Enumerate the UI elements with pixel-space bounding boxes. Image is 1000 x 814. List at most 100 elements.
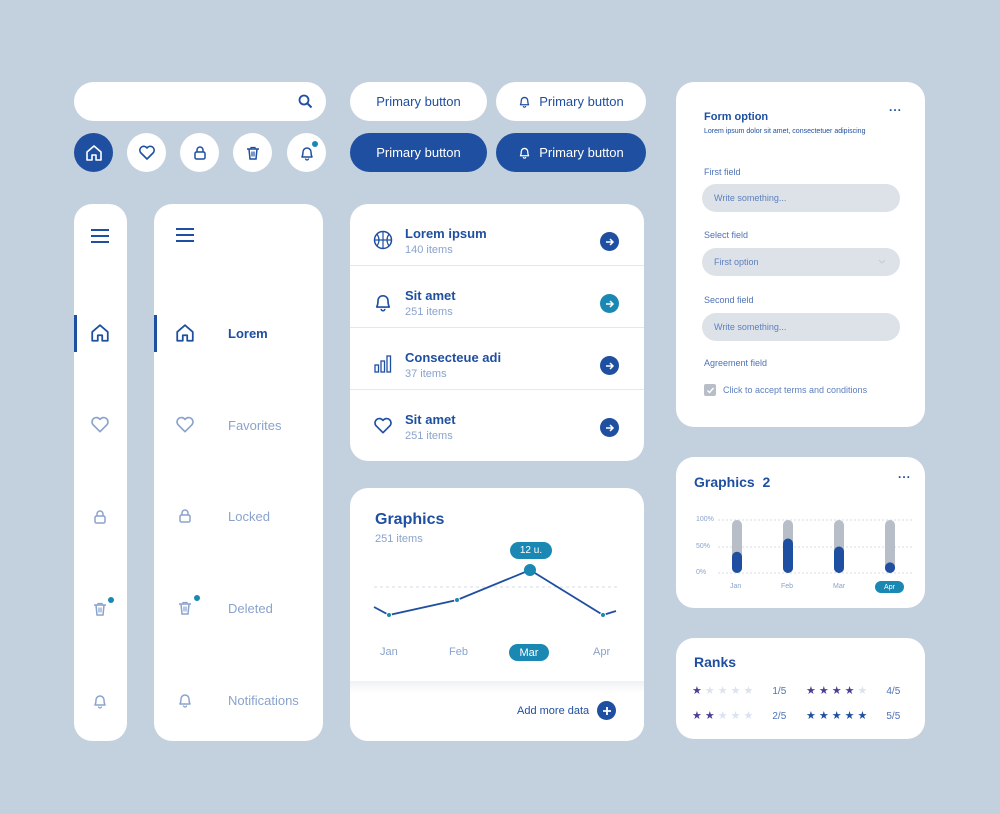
notification-dot xyxy=(312,141,318,147)
sidebar-item-locked[interactable]: Locked xyxy=(177,507,270,525)
month-label: Feb xyxy=(449,646,468,658)
menu-icon[interactable] xyxy=(175,227,195,243)
heart-icon xyxy=(373,416,393,436)
star-filled-icon[interactable]: ★ xyxy=(692,711,702,722)
star-filled-icon[interactable]: ★ xyxy=(845,686,855,697)
primary-button-light[interactable]: Primary button xyxy=(350,82,487,121)
agreement-checkbox-row[interactable]: Click to accept terms and conditions xyxy=(704,384,867,396)
star-empty-icon[interactable]: ★ xyxy=(731,686,741,697)
heart-icon xyxy=(176,416,194,433)
sidebar-collapsed xyxy=(74,204,127,741)
trash-icon[interactable] xyxy=(92,601,108,617)
list-item[interactable]: Sit amet 251 items xyxy=(350,266,644,328)
sidebar-expanded: Lorem Favorites Locked Deleted Notificat… xyxy=(154,204,323,741)
star-empty-icon[interactable]: ★ xyxy=(718,711,728,722)
star-empty-icon[interactable]: ★ xyxy=(858,686,868,697)
home-icon xyxy=(85,144,102,161)
select-field[interactable]: First option xyxy=(702,248,900,276)
month-selected[interactable]: Apr xyxy=(875,581,904,593)
data-point xyxy=(524,564,536,576)
arrow-right-icon[interactable] xyxy=(600,294,619,313)
checkbox[interactable] xyxy=(704,384,716,396)
star-filled-icon[interactable]: ★ xyxy=(832,686,842,697)
agreement-text: Click to accept terms and conditions xyxy=(723,385,868,395)
lock-button[interactable] xyxy=(180,133,219,172)
sidebar-item-label: Favorites xyxy=(228,417,282,433)
first-field[interactable]: Write something... xyxy=(702,184,900,212)
bell-icon xyxy=(520,147,530,159)
second-field[interactable]: Write something... xyxy=(702,313,900,341)
check-icon xyxy=(706,387,714,394)
sidebar-item-notifications[interactable]: Notifications xyxy=(177,691,299,709)
chevron-down-icon xyxy=(878,259,886,264)
home-button[interactable] xyxy=(74,133,113,172)
lock-icon xyxy=(179,509,191,523)
add-more-data-button[interactable]: Add more data xyxy=(517,701,617,720)
menu-dots-icon[interactable]: ... xyxy=(889,100,902,114)
star-filled-icon[interactable]: ★ xyxy=(845,711,855,722)
bell-icon xyxy=(179,694,191,708)
list-item-title: Lorem ipsum xyxy=(405,226,487,241)
form-card: Form option ... Lorem ipsum dolor sit am… xyxy=(676,82,925,427)
ranks-card: Ranks ★ ★ ★ ★ ★ 1/5 ★ ★ ★ ★ ★ 4/5 ★ ★ ★ ★ ★ 2/5 ★ ★ ★ ★ ★ 5/5 xyxy=(676,638,925,739)
agreement-field-label: Agreement field xyxy=(704,358,768,368)
primary-button-label: Primary button xyxy=(376,145,461,160)
active-indicator xyxy=(74,315,77,352)
star-filled-icon[interactable]: ★ xyxy=(832,711,842,722)
bell-icon[interactable] xyxy=(92,693,108,709)
list-item-title: Sit amet xyxy=(405,412,456,427)
search-icon[interactable] xyxy=(298,94,313,109)
lock-icon[interactable] xyxy=(92,509,108,525)
arrow-right-icon[interactable] xyxy=(600,232,619,251)
primary-button-dark-with-icon[interactable]: Primary button xyxy=(496,133,646,172)
star-filled-icon[interactable]: ★ xyxy=(806,711,816,722)
star-filled-icon[interactable]: ★ xyxy=(806,686,816,697)
month-label: Apr xyxy=(884,583,895,591)
select-field-label: Select field xyxy=(704,230,749,240)
month-label: Jan xyxy=(380,646,398,658)
sidebar-item-label: Deleted xyxy=(228,600,273,616)
form-title: Form option xyxy=(704,111,769,123)
sidebar-item-label: Locked xyxy=(228,508,270,524)
select-field-value: First option xyxy=(714,257,759,267)
list-item[interactable]: Sit amet 251 items xyxy=(350,390,644,452)
bar xyxy=(732,551,742,573)
primary-button-light-with-icon[interactable]: Primary button xyxy=(496,82,646,121)
list-item-count: 251 items xyxy=(405,430,453,442)
star-empty-icon[interactable]: ★ xyxy=(718,686,728,697)
list-item[interactable]: Consecteue adi 37 items xyxy=(350,328,644,390)
star-filled-icon[interactable]: ★ xyxy=(858,711,868,722)
bell-icon xyxy=(300,146,313,161)
rank-row: ★ ★ ★ ★ ★ 2/5 xyxy=(692,711,786,723)
graphics-card: Graphics 251 items 12 u. Jan Feb Mar Apr… xyxy=(350,488,644,741)
lock-icon xyxy=(193,145,206,160)
menu-icon[interactable] xyxy=(90,228,110,244)
star-filled-icon[interactable]: ★ xyxy=(692,686,702,697)
star-filled-icon[interactable]: ★ xyxy=(705,711,715,722)
notification-dot xyxy=(194,595,200,601)
rank-row: ★ ★ ★ ★ ★ 5/5 xyxy=(806,711,900,723)
heart-icon[interactable] xyxy=(90,415,110,435)
home-icon[interactable] xyxy=(90,323,110,343)
sidebar-item-lorem[interactable]: Lorem xyxy=(175,323,268,343)
notifications-button[interactable] xyxy=(287,133,326,172)
star-empty-icon[interactable]: ★ xyxy=(744,686,754,697)
arrow-right-icon[interactable] xyxy=(600,418,619,437)
arrow-right-icon[interactable] xyxy=(600,356,619,375)
sidebar-item-favorites[interactable]: Favorites xyxy=(175,415,281,435)
star-empty-icon[interactable]: ★ xyxy=(731,711,741,722)
tooltip-label: 12 u. xyxy=(519,545,543,556)
star-filled-icon[interactable]: ★ xyxy=(819,686,829,697)
sidebar-item-deleted[interactable]: Deleted xyxy=(177,599,273,617)
delete-button[interactable] xyxy=(233,133,272,172)
data-point xyxy=(386,612,392,618)
star-empty-icon[interactable]: ★ xyxy=(705,686,715,697)
list-item[interactable]: Lorem ipsum 140 items xyxy=(350,204,644,266)
search-bar[interactable] xyxy=(74,82,326,121)
month-selected[interactable]: Mar xyxy=(509,644,549,661)
star-empty-icon[interactable]: ★ xyxy=(744,711,754,722)
star-filled-icon[interactable]: ★ xyxy=(819,711,829,722)
favorite-button[interactable] xyxy=(127,133,166,172)
list-item-count: 140 items xyxy=(405,244,453,256)
primary-button-dark[interactable]: Primary button xyxy=(350,133,487,172)
